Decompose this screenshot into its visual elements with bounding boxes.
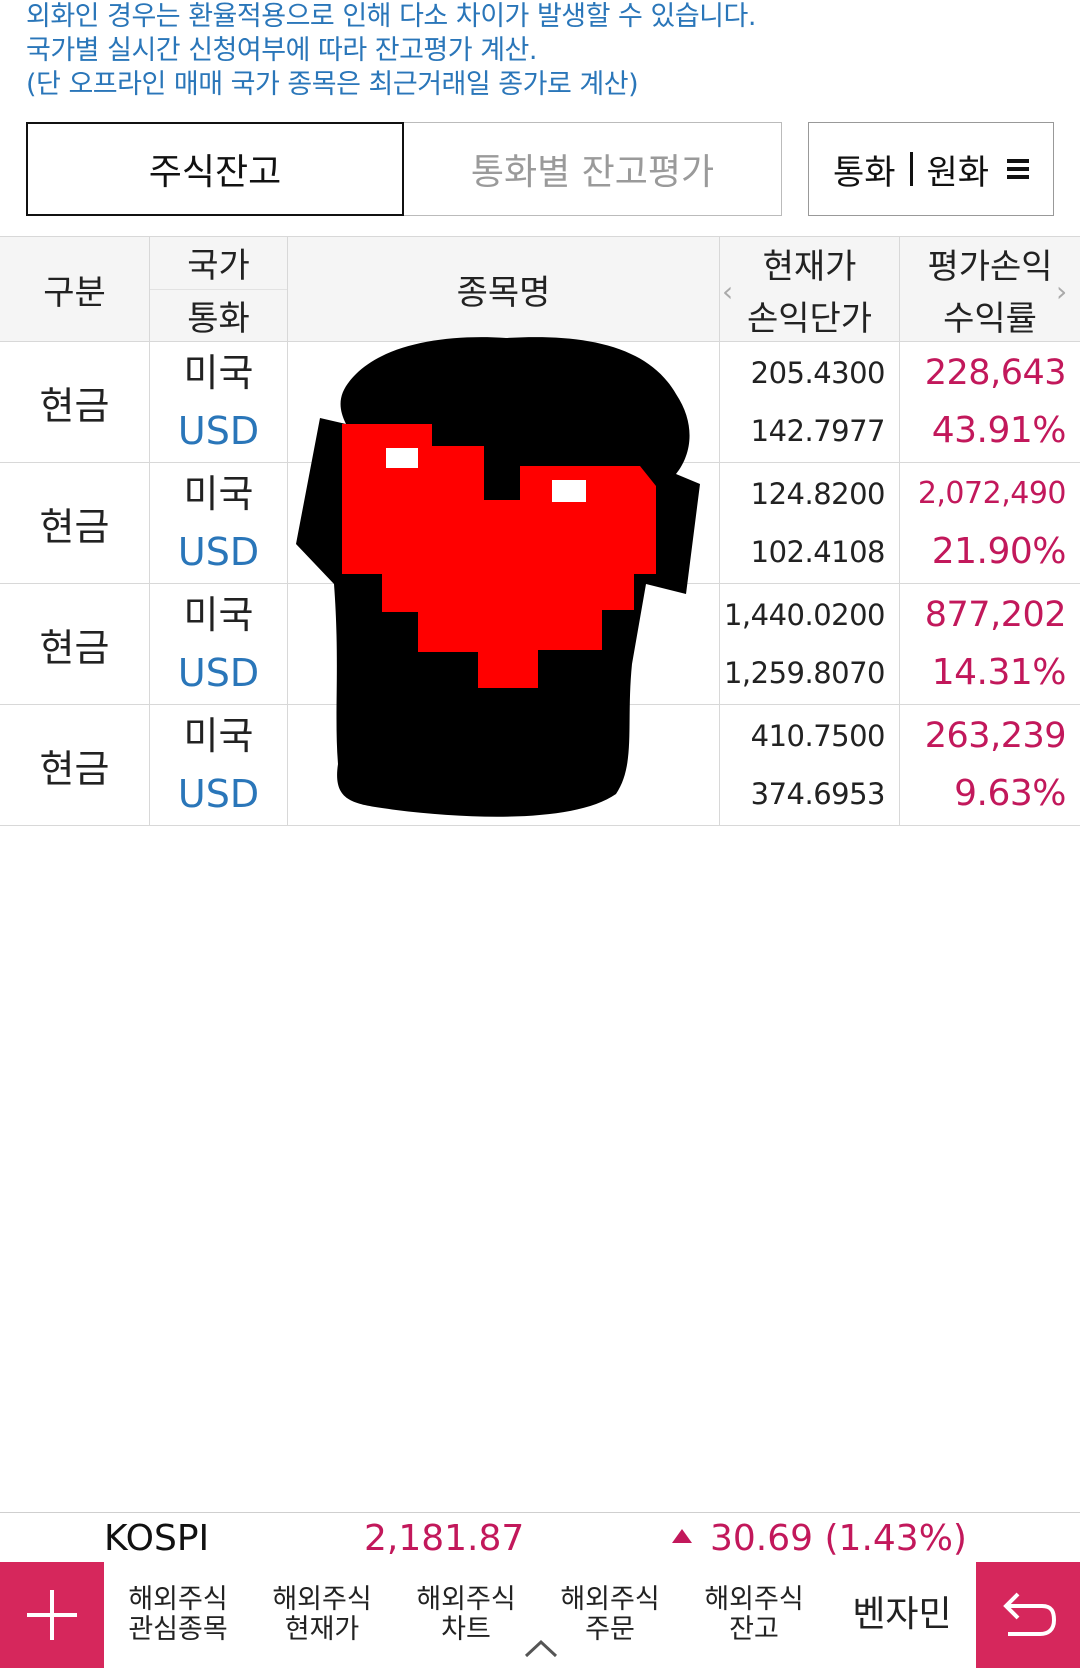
header-avg-price: 손익단가 (746, 298, 873, 339)
row-currency: USD (177, 530, 260, 574)
row-profit: 2,072,490 21.90% (900, 463, 1080, 583)
row-current-price: 1,440.0200 (723, 598, 886, 632)
nav-overseas-watchlist[interactable]: 해외주식 관심종목 (108, 1562, 248, 1668)
row-return-rate: 14.31% (931, 652, 1067, 693)
row-category: 현금 (0, 342, 150, 462)
row-prices: 205.4300 142.7977 (720, 342, 900, 462)
notice-line-1: 외화인 경우는 환율적용으로 인해 다소 차이가 발생할 수 있습니다. (26, 1, 756, 32)
row-profit-loss: 877,202 (924, 595, 1067, 635)
up-triangle-icon (672, 1528, 692, 1543)
hamburger-menu-icon (1007, 159, 1030, 179)
notice-text: 외화인 경우는 환율적용으로 인해 다소 차이가 발생할 수 있습니다. 국가별… (26, 0, 756, 102)
nav-overseas-current-price[interactable]: 해외주식 현재가 (252, 1562, 392, 1668)
nav-overseas-balance[interactable]: 해외주식 잔고 (684, 1562, 824, 1668)
header-return-rate: 수익률 (943, 298, 1037, 339)
row-category: 현금 (0, 705, 150, 825)
header-country-currency: 국가 통화 (150, 237, 288, 341)
market-ticker[interactable]: KOSPI 2,181.87 30.69 (1.43%) (0, 1512, 1080, 1564)
header-category: 구분 (0, 237, 150, 341)
row-category: 현금 (0, 463, 150, 583)
row-prices: 124.8200 102.4108 (720, 463, 900, 583)
back-button[interactable] (976, 1562, 1080, 1668)
notice-line-3: (단 오프라인 매매 국가 종목은 최근거래일 종가로 계산) (26, 69, 639, 100)
row-profit: 263,239 9.63% (900, 705, 1080, 825)
row-prices: 410.7500 374.6953 (720, 705, 900, 825)
row-country: 미국 (183, 593, 254, 637)
ticker-change-text: 30.69 (1.43%) (710, 1517, 967, 1559)
row-current-price: 410.7500 (750, 719, 886, 753)
row-category: 현금 (0, 584, 150, 704)
header-current-price: 현재가 (762, 246, 857, 287)
tab-currency-valuation[interactable]: 통화별 잔고평가 (404, 122, 782, 216)
add-menu-button[interactable] (0, 1562, 104, 1668)
row-current-price: 124.8200 (750, 477, 886, 511)
row-avg-price: 1,259.8070 (723, 656, 886, 690)
row-currency: USD (177, 651, 260, 695)
currency-toggle-left: 통화 (832, 152, 896, 193)
header-currency: 통화 (187, 298, 250, 339)
row-return-rate: 21.90% (931, 531, 1067, 572)
row-return-rate: 9.63% (954, 773, 1066, 814)
nav-label-line1: 해외주식 (704, 1584, 804, 1615)
header-category-label: 구분 (43, 272, 106, 313)
tab-stock-balance[interactable]: 주식잔고 (26, 122, 404, 216)
row-profit-loss: 228,643 (924, 353, 1067, 393)
row-profit: 877,202 14.31% (900, 584, 1080, 704)
plus-icon (27, 1590, 77, 1640)
row-return-rate: 43.91% (931, 410, 1067, 451)
nav-label-line2: 차트 (441, 1614, 491, 1645)
nav-overseas-chart[interactable]: 해외주식 차트 (396, 1562, 536, 1668)
nav-label-line2: 잔고 (729, 1614, 779, 1645)
nav-overseas-order[interactable]: 해외주식 주문 (540, 1562, 680, 1668)
header-stock-name: 종목명 (288, 237, 720, 341)
header-country: 국가 (150, 237, 287, 290)
redaction-heart-sticker (296, 337, 700, 817)
ticker-index-name: KOSPI (104, 1517, 210, 1559)
nav-label-line2: 현재가 (284, 1614, 360, 1645)
scroll-left-arrow-icon[interactable]: ‹ (722, 275, 733, 308)
row-country-currency: 미국 USD (150, 463, 288, 583)
nav-label-line1: 해외주식 (560, 1584, 660, 1615)
scroll-right-arrow-icon[interactable]: › (1056, 275, 1067, 308)
row-country-currency: 미국 USD (150, 705, 288, 825)
nav-label-line1: 해외주식 (272, 1584, 372, 1615)
row-profit-loss: 263,239 (924, 716, 1067, 756)
header-profit-loss: 평가손익 (927, 246, 1053, 287)
row-currency: USD (177, 409, 260, 453)
row-profit-loss: 2,072,490 (917, 476, 1067, 511)
row-currency: USD (177, 772, 260, 816)
row-avg-price: 374.6953 (750, 777, 886, 811)
currency-toggle-right: 원화 (926, 152, 990, 193)
bottom-navigation: 해외주식 관심종목 해외주식 현재가 해외주식 차트 해외주식 주문 해외주식 … (0, 1562, 1080, 1672)
notice-line-2: 국가별 실시간 신청여부에 따라 잔고평가 계산. (26, 35, 537, 66)
chevron-up-icon[interactable] (524, 1638, 558, 1658)
header-stock-name-label: 종목명 (456, 272, 551, 313)
row-country-currency: 미국 USD (150, 584, 288, 704)
nav-label-line1: 해외주식 (128, 1584, 228, 1615)
row-country: 미국 (183, 472, 254, 516)
ticker-index-value: 2,181.87 (364, 1517, 525, 1559)
row-avg-price: 102.4108 (750, 535, 886, 569)
nav-label-line2: 주문 (585, 1614, 635, 1645)
table-header: 구분 국가 통화 종목명 현재가 손익단가 평가손익 수익률 ‹ › (0, 237, 1080, 342)
nav-label-line1: 해외주식 (416, 1584, 516, 1615)
back-arrow-icon (1003, 1592, 1057, 1636)
ticker-index-change: 30.69 (1.43%) (672, 1518, 967, 1559)
header-profit: 평가손익 수익률 (900, 237, 1080, 341)
row-prices: 1,440.0200 1,259.8070 (720, 584, 900, 704)
nav-user-menu[interactable]: 벤자민 (832, 1562, 972, 1668)
divider (909, 152, 913, 186)
row-country: 미국 (183, 351, 254, 395)
row-country-currency: 미국 USD (150, 342, 288, 462)
header-price: 현재가 손익단가 (720, 237, 900, 341)
row-country: 미국 (183, 714, 254, 758)
row-profit: 228,643 43.91% (900, 342, 1080, 462)
row-avg-price: 142.7977 (750, 414, 886, 448)
row-current-price: 205.4300 (750, 356, 886, 390)
currency-toggle-button[interactable]: 통화 원화 (808, 122, 1054, 216)
nav-label-line2: 관심종목 (128, 1614, 228, 1645)
